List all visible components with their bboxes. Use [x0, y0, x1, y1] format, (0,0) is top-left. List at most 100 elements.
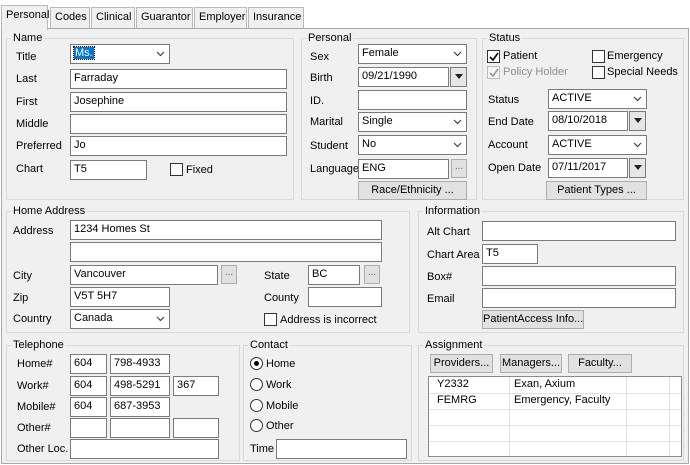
- race-ethnicity-button[interactable]: Race/Ethnicity ...: [358, 181, 467, 200]
- first-label: First: [16, 96, 38, 108]
- tab-personal[interactable]: Personal: [1, 5, 49, 30]
- open-date-dropdown[interactable]: [629, 158, 646, 178]
- time-input[interactable]: [276, 439, 407, 459]
- tab-codes[interactable]: Codes: [50, 7, 90, 28]
- work-ext-input[interactable]: 367: [173, 376, 219, 396]
- language-input[interactable]: ENG: [358, 159, 449, 179]
- student-select[interactable]: No: [358, 135, 467, 155]
- id-input[interactable]: [358, 90, 467, 110]
- home-area-input[interactable]: 604: [70, 354, 107, 374]
- checkmark-icon: [489, 68, 499, 78]
- country-select[interactable]: Canada: [70, 309, 170, 329]
- other-area-input[interactable]: [70, 418, 107, 438]
- table-row[interactable]: FEMRG Emergency, Faculty: [429, 393, 681, 409]
- chart-area-input[interactable]: T5: [482, 244, 538, 264]
- ellipsis-icon[interactable]: ...: [364, 265, 380, 284]
- contact-home-radio[interactable]: [250, 357, 263, 370]
- table-row[interactable]: Y2332 Exan, Axium: [429, 377, 681, 393]
- birth-date-dropdown[interactable]: [450, 67, 467, 87]
- chart-area-label: Chart Area: [427, 249, 480, 261]
- contact-other-radio[interactable]: [250, 419, 263, 432]
- policy-holder-checkbox[interactable]: [487, 66, 500, 79]
- tab-clinical[interactable]: Clinical: [91, 7, 135, 28]
- last-name-input[interactable]: Farraday: [70, 69, 287, 89]
- state-input[interactable]: BC: [308, 265, 360, 285]
- tab-guarantor[interactable]: Guarantor: [136, 7, 193, 28]
- contact-work-radio[interactable]: [250, 378, 263, 391]
- account-select[interactable]: ACTIVE: [548, 135, 647, 155]
- patient-types-button[interactable]: Patient Types ...: [546, 181, 647, 200]
- zip-label: Zip: [13, 292, 29, 304]
- other-ext-input[interactable]: [173, 418, 219, 438]
- chart-input[interactable]: T5: [70, 160, 147, 180]
- special-needs-checkbox[interactable]: [592, 66, 605, 79]
- contact-work-label: Work: [266, 379, 292, 391]
- birth-date-input[interactable]: 09/21/1990: [358, 67, 449, 87]
- address-label: Address: [13, 225, 54, 237]
- providers-button[interactable]: Providers...: [430, 354, 493, 373]
- marital-label: Marital: [310, 116, 344, 128]
- mobile-number-input[interactable]: 687-3953: [110, 397, 170, 417]
- marital-value: Single: [362, 115, 393, 127]
- contact-home-label: Home: [266, 358, 296, 370]
- patient-access-button[interactable]: PatientAccess Info...: [482, 310, 584, 329]
- state-label: State: [264, 270, 290, 282]
- alt-chart-input[interactable]: [482, 221, 676, 241]
- patient-edit-window: Personal Codes Clinical Guarantor Employ…: [0, 0, 690, 465]
- address-incorrect-checkbox[interactable]: [264, 313, 277, 326]
- managers-button[interactable]: Managers...: [500, 354, 562, 373]
- email-input[interactable]: [482, 288, 676, 308]
- fixed-label: Fixed: [186, 164, 213, 176]
- contact-mobile-radio[interactable]: [250, 399, 263, 412]
- zip-input[interactable]: V5T 5H7: [70, 287, 170, 307]
- marital-select[interactable]: Single: [358, 112, 467, 132]
- last-label: Last: [16, 73, 37, 85]
- status-select[interactable]: ACTIVE: [548, 89, 647, 109]
- mobile-phone-label: Mobile#: [17, 401, 56, 413]
- middle-label: Middle: [16, 118, 49, 130]
- city-input[interactable]: Vancouver: [70, 265, 218, 285]
- sex-select[interactable]: Female: [358, 44, 467, 64]
- assignment-list[interactable]: Y2332 Exan, Axium FEMRG Emergency, Facul…: [428, 376, 682, 457]
- home-address-title: Home Address: [11, 205, 88, 217]
- tab-employer[interactable]: Employer: [194, 7, 247, 28]
- middle-name-input[interactable]: [70, 114, 287, 134]
- sex-label: Sex: [310, 51, 329, 63]
- county-label: County: [264, 292, 299, 304]
- fixed-checkbox[interactable]: [170, 163, 183, 176]
- preferred-name-input[interactable]: Jo: [70, 136, 287, 156]
- faculty-button[interactable]: Faculty...: [568, 354, 632, 373]
- box-input[interactable]: [482, 266, 676, 286]
- other-loc-label: Other Loc.: [17, 443, 69, 455]
- other-number-input[interactable]: [110, 418, 170, 438]
- emergency-checkbox[interactable]: [592, 50, 605, 63]
- address-line1-input[interactable]: 1234 Homes St: [70, 220, 382, 240]
- end-date-input[interactable]: 08/10/2018: [548, 111, 628, 131]
- work-number-input[interactable]: 498-5291: [110, 376, 170, 396]
- box-label: Box#: [427, 271, 453, 283]
- address-line2-input[interactable]: [70, 242, 382, 262]
- chevron-down-icon: [452, 139, 463, 151]
- title-select[interactable]: Ms.: [70, 44, 170, 64]
- tab-insurance[interactable]: Insurance: [248, 7, 304, 28]
- other-loc-input[interactable]: [70, 439, 219, 459]
- patient-label: Patient: [503, 50, 538, 62]
- mobile-area-input[interactable]: 604: [70, 397, 107, 417]
- contact-mobile-label: Mobile: [266, 400, 299, 412]
- county-input[interactable]: [308, 287, 382, 307]
- language-label: Language: [310, 163, 359, 175]
- work-area-input[interactable]: 604: [70, 376, 107, 396]
- open-date-input[interactable]: 07/11/2017: [548, 158, 628, 178]
- home-number-input[interactable]: 798-4933: [110, 354, 170, 374]
- patient-checkbox[interactable]: [487, 50, 500, 63]
- tab-label: Guarantor: [141, 11, 191, 23]
- assignment-name: Emergency, Faculty: [514, 394, 611, 406]
- account-value: ACTIVE: [552, 138, 592, 150]
- end-date-dropdown[interactable]: [629, 111, 646, 131]
- first-name-input[interactable]: Josephine: [70, 92, 287, 112]
- time-label: Time: [250, 443, 275, 455]
- ellipsis-icon[interactable]: ...: [221, 265, 237, 284]
- tab-label: Employer: [199, 11, 246, 23]
- chevron-down-icon: [634, 118, 642, 123]
- ellipsis-icon[interactable]: ...: [451, 159, 467, 178]
